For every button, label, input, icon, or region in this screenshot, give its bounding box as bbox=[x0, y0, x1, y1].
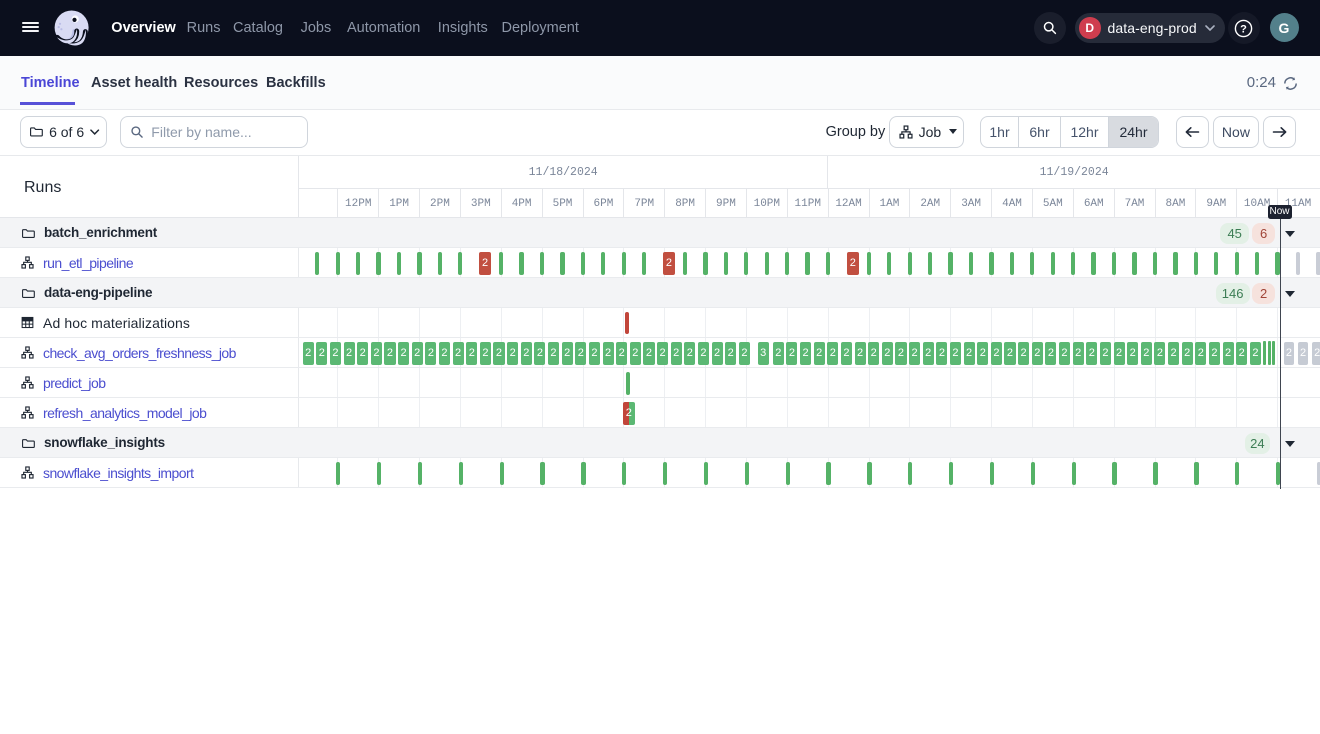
svg-text:?: ? bbox=[1240, 23, 1247, 35]
